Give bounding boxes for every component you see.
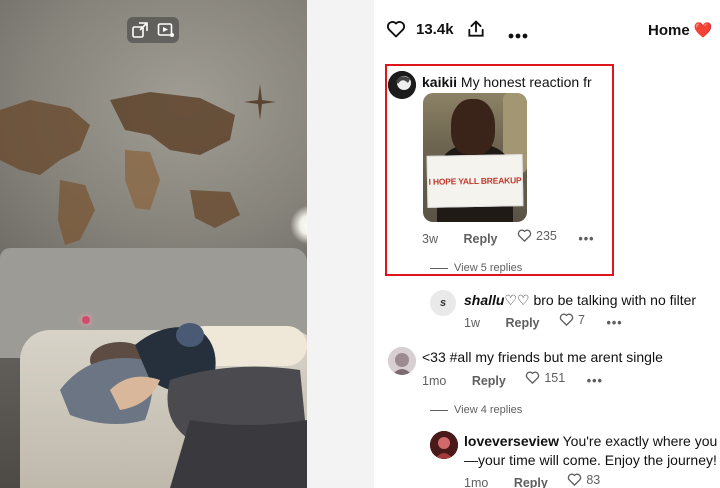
comment-like-count: 151 xyxy=(544,370,566,385)
divider-line xyxy=(430,409,448,411)
board-label: Home xyxy=(648,22,690,39)
comment-age: 3w xyxy=(422,232,438,246)
reply-button[interactable]: Reply xyxy=(472,374,506,388)
comment-text: <33 #all my friends but me arent single xyxy=(422,349,663,365)
comment-like-button[interactable]: 151 xyxy=(525,370,565,385)
comment-text: shallu♡♡ bro be talking with no filter xyxy=(464,292,696,309)
comment-like-button[interactable]: 235 xyxy=(517,228,557,243)
comment-like-button[interactable]: 83 xyxy=(567,472,600,487)
heart-outline-icon[interactable] xyxy=(386,19,406,44)
comment-meta: 1mo Reply 83 xyxy=(464,472,600,488)
comment-body: My honest reaction fr xyxy=(460,74,592,90)
comment-like-button[interactable]: 7 xyxy=(559,312,585,327)
compass-decor xyxy=(244,84,276,120)
view-replies-label: View 5 replies xyxy=(454,262,523,274)
people-figure xyxy=(60,323,307,488)
comment-like-count: 83 xyxy=(586,472,601,487)
share-icon[interactable] xyxy=(466,19,486,44)
comment-body: bro be talking with no filter xyxy=(533,292,697,308)
reply-button[interactable]: Reply xyxy=(463,232,497,246)
avatar-letter: s xyxy=(439,297,447,309)
picture-in-picture-icon[interactable] xyxy=(157,21,175,39)
comment-body: You're exactly where you ne xyxy=(562,433,720,449)
reply-button[interactable]: Reply xyxy=(505,316,539,330)
comment-username[interactable]: loveverseview xyxy=(464,433,559,449)
person-face xyxy=(451,99,495,155)
comment-age: 1mo xyxy=(464,476,489,488)
red-dot-indicator xyxy=(82,316,90,324)
comment-meta: 3w Reply 235 ••• xyxy=(422,228,594,247)
comment-like-count: 235 xyxy=(536,228,557,243)
view-replies-button[interactable]: View 5 replies xyxy=(430,262,522,274)
more-options-icon[interactable] xyxy=(508,26,528,44)
comment-username[interactable]: kaikii xyxy=(422,74,457,90)
avatar[interactable] xyxy=(388,347,416,375)
heart-outline-icon xyxy=(568,473,582,486)
avatar[interactable]: s xyxy=(430,290,456,316)
comment-text: loveverseview You're exactly where you n… xyxy=(464,433,720,449)
panel-gutter xyxy=(307,0,374,488)
video-controls xyxy=(127,17,179,43)
comment-like-count: 7 xyxy=(578,312,585,327)
avatar[interactable] xyxy=(430,431,458,459)
comment-meta: 1w Reply 7 ••• xyxy=(464,312,623,331)
comment-text: kaikii My honest reaction fr xyxy=(422,74,592,90)
comment-age: 1w xyxy=(464,316,480,330)
view-replies-label: View 4 replies xyxy=(454,404,523,416)
comment-text-line2: —your time will come. Enjoy the journey! xyxy=(464,452,717,468)
minimize-video-icon[interactable] xyxy=(131,21,149,39)
world-map-decor xyxy=(0,92,240,245)
avatar[interactable] xyxy=(388,71,416,99)
comment-username[interactable]: shallu♡♡ xyxy=(464,292,530,308)
action-bar: 13.4k Home ❤️ xyxy=(374,0,720,58)
divider-line xyxy=(430,267,448,269)
comment-more-icon[interactable]: ••• xyxy=(578,232,594,246)
view-replies-button[interactable]: View 4 replies xyxy=(430,404,522,416)
comment-meta: 1mo Reply 151 ••• xyxy=(422,370,603,389)
comment-more-icon[interactable]: ••• xyxy=(606,316,622,330)
heart-outline-icon xyxy=(526,371,540,384)
heart-outline-icon xyxy=(559,313,574,326)
comment-body: <33 #all my friends but me arent single xyxy=(422,349,663,365)
board-select-button[interactable]: Home ❤️ xyxy=(648,21,720,39)
sign-text: I HOPE YALL BREAKUP xyxy=(426,154,524,208)
comments-panel: 13.4k Home ❤️ kaikii My honest reaction f… xyxy=(374,0,720,488)
heart-outline-icon xyxy=(517,229,532,242)
comment-age: 1mo xyxy=(422,374,447,388)
reply-button[interactable]: Reply xyxy=(514,476,548,488)
heart-emoji-icon: ❤️ xyxy=(693,22,713,39)
comment-image[interactable]: I HOPE YALL BREAKUP xyxy=(423,93,527,222)
video-player[interactable] xyxy=(0,0,307,488)
like-count: 13.4k xyxy=(416,21,454,38)
comment-more-icon[interactable]: ••• xyxy=(587,374,603,388)
